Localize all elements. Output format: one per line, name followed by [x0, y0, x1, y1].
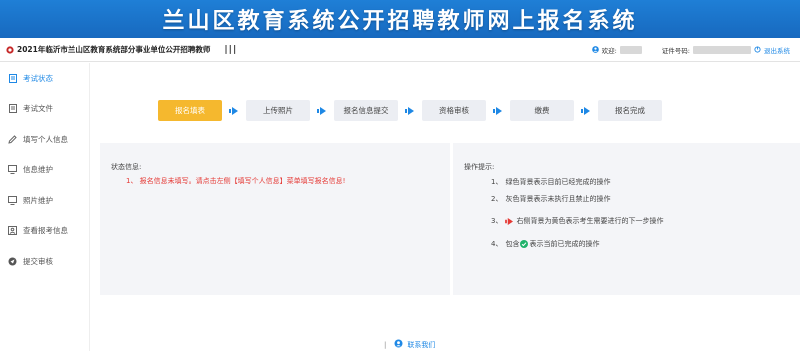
send-icon: [8, 257, 17, 266]
file-icon: [8, 73, 17, 83]
main-content: 报名填表 上传照片 报名信息提交 资格审核 缴费 报名完成 状态信息: 1、 报…: [90, 63, 800, 351]
sidebar-item-fill-info[interactable]: 填写个人信息: [0, 124, 89, 155]
tip-item: 3、 右侧背景为黄色表示考生需要进行的下一步操作: [491, 217, 664, 225]
footer-separator: |: [384, 340, 387, 349]
red-arrow-icon: [505, 217, 514, 225]
arrow-icon: [398, 106, 422, 115]
sidebar-item-label: 照片维护: [23, 195, 53, 205]
user-icon: [591, 45, 599, 55]
contact-icon[interactable]: [394, 339, 403, 350]
step-complete[interactable]: 报名完成: [598, 100, 662, 121]
arrow-icon: [574, 106, 598, 115]
logout-icon[interactable]: [754, 45, 761, 55]
user-area: 欢迎: 证件号码: 退出系统: [591, 38, 790, 62]
monitor-icon: [8, 165, 17, 175]
status-message: 1、 报名信息未填写。请点击左侧【填写个人信息】菜单填写报名信息!: [126, 177, 346, 185]
sidebar: 考试状态 考试文件 填写个人信息 信息维护 照片维护 查看报考信息 提交审核: [0, 63, 90, 351]
sidebar-item-label: 考试文件: [23, 104, 53, 114]
welcome-label: 欢迎:: [601, 47, 617, 55]
tip-item: 4、 包含 表示当前已完成的操作: [491, 240, 600, 248]
sidebar-item-label: 信息维护: [23, 165, 53, 175]
monitor-icon: [8, 195, 17, 205]
menu-toggle-button[interactable]: |||: [224, 45, 237, 55]
sidebar-item-exam-files[interactable]: 考试文件: [0, 94, 89, 125]
sidebar-item-exam-status[interactable]: 考试状态: [0, 63, 89, 94]
sidebar-item-label: 提交审核: [23, 256, 53, 266]
id-number-masked: [693, 46, 751, 54]
file-icon: [8, 104, 17, 114]
step-fill-form[interactable]: 报名填表: [158, 100, 222, 121]
sidebar-item-info-maintenance[interactable]: 信息维护: [0, 155, 89, 186]
tips-panel-title: 操作提示:: [464, 163, 495, 171]
arrow-icon: [486, 106, 510, 115]
app-title: 兰山区教育系统公开招聘教师网上报名系统: [162, 8, 638, 34]
contact-us-link[interactable]: 联系我们: [407, 340, 435, 350]
status-panel-title: 状态信息:: [111, 163, 142, 171]
tips-panel: 操作提示: 1、 绿色背景表示目前已经完成的操作 2、 灰色背景表示未执行且禁止…: [453, 143, 800, 295]
step-payment[interactable]: 缴费: [510, 100, 574, 121]
sidebar-item-view-registration[interactable]: 查看报考信息: [0, 216, 89, 247]
user-name-masked: [619, 46, 642, 54]
arrow-icon: [222, 106, 246, 115]
sidebar-item-label: 填写个人信息: [23, 134, 68, 144]
footer: | 联系我们: [384, 339, 435, 350]
tip-item: 2、 灰色背景表示未执行且禁止的操作: [491, 195, 611, 203]
sidebar-item-label: 考试状态: [23, 73, 53, 83]
status-panel: 状态信息: 1、 报名信息未填写。请点击左侧【填写个人信息】菜单填写报名信息!: [100, 143, 450, 295]
sidebar-item-label: 查看报考信息: [23, 226, 68, 236]
step-submit-info[interactable]: 报名信息提交: [334, 100, 398, 121]
step-qualification-review[interactable]: 资格审核: [422, 100, 486, 121]
arrow-icon: [310, 106, 334, 115]
id-label: 证件号码:: [661, 47, 690, 55]
top-bar: 2021年临沂市兰山区教育系统部分事业单位公开招聘教师 ||| 欢迎: 证件号码…: [0, 38, 800, 62]
tip-item: 1、 绿色背景表示目前已经完成的操作: [491, 178, 611, 186]
progress-steps: 报名填表 上传照片 报名信息提交 资格审核 缴费 报名完成: [158, 100, 662, 121]
step-upload-photo[interactable]: 上传照片: [246, 100, 310, 121]
app-banner: 兰山区教育系统公开招聘教师网上报名系统: [0, 0, 800, 38]
logout-link[interactable]: 退出系统: [764, 45, 790, 55]
check-icon: [520, 240, 529, 248]
exam-name: 2021年临沂市兰山区教育系统部分事业单位公开招聘教师: [17, 45, 211, 54]
exam-logo-icon: [6, 45, 14, 54]
pencil-icon: [8, 135, 17, 144]
sidebar-item-photo-maintenance[interactable]: 照片维护: [0, 185, 89, 216]
profile-icon: [8, 226, 17, 236]
sidebar-item-submit-review[interactable]: 提交审核: [0, 246, 89, 277]
